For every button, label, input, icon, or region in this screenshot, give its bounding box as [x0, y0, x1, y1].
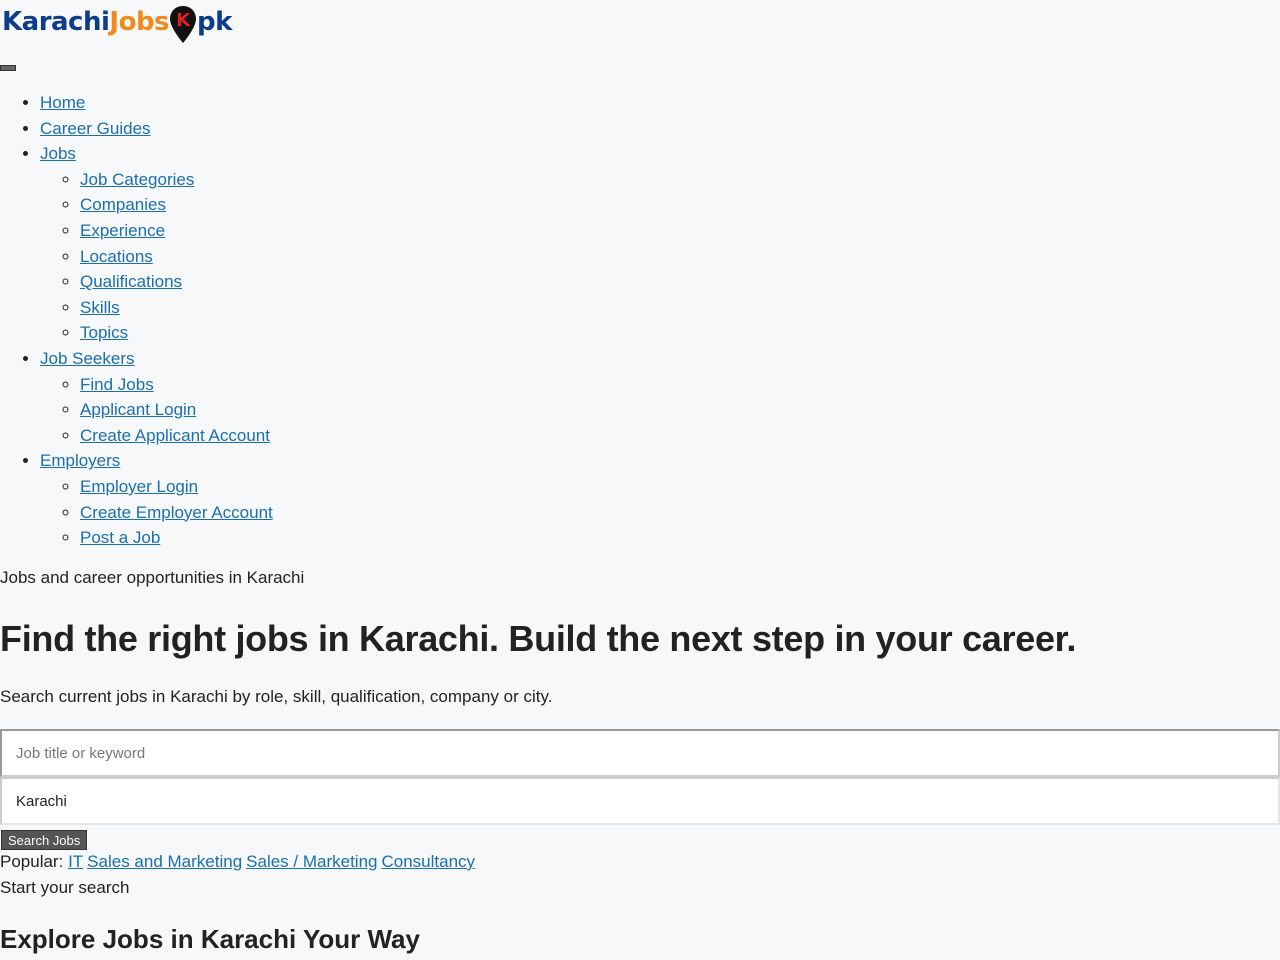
nav-link-job-seekers[interactable]: Job Seekers	[40, 349, 135, 368]
popular-link-it[interactable]: IT	[68, 852, 83, 871]
nav-link-find-jobs[interactable]: Find Jobs	[80, 375, 154, 394]
nav-link-post-a-job[interactable]: Post a Job	[80, 528, 160, 547]
nav-link-jobs[interactable]: Jobs	[40, 144, 76, 163]
submenu-item: Create Applicant Account	[80, 423, 273, 449]
nav-link-locations[interactable]: Locations	[80, 247, 153, 266]
logo-text-pk: pk	[197, 7, 232, 37]
submenu-item: Topics	[80, 320, 273, 346]
nav-link-employers[interactable]: Employers	[40, 451, 120, 470]
nav-list: Home Career Guides Jobs Job Categories C…	[0, 90, 273, 551]
popular-link-sales-and-marketing[interactable]: Sales and Marketing	[87, 852, 242, 871]
logo-pin-letter: K	[176, 10, 191, 31]
submenu-item: Experience	[80, 218, 273, 244]
nav-link-skills[interactable]: Skills	[80, 298, 120, 317]
hero-subtitle: Search current jobs in Karachi by role, …	[0, 687, 553, 706]
nav-link-companies[interactable]: Companies	[80, 195, 166, 214]
popular-label: Popular:	[0, 852, 64, 871]
nav-link-home[interactable]: Home	[40, 93, 85, 112]
nav-link-employer-login[interactable]: Employer Login	[80, 477, 198, 496]
jobs-submenu: Job Categories Companies Experience Loca…	[40, 167, 273, 346]
page-title: Find the right jobs in Karachi. Build th…	[0, 618, 1077, 659]
employers-submenu: Employer Login Create Employer Account P…	[40, 474, 273, 551]
nav-link-career-guides[interactable]: Career Guides	[40, 119, 151, 138]
popular-searches: Popular: IT Sales and Marketing Sales / Ma…	[0, 852, 479, 872]
submenu-item: Employer Login	[80, 474, 273, 500]
start-search-text: Start your search	[0, 878, 130, 897]
nav-item-home: Home	[40, 90, 273, 116]
submenu-item: Qualifications	[80, 269, 273, 295]
explore-heading: Explore Jobs in Karachi Your Way	[0, 924, 420, 954]
keyword-search-input[interactable]	[0, 729, 1280, 777]
nav-link-qualifications[interactable]: Qualifications	[80, 272, 182, 291]
site-logo[interactable]: Karachi Jobs Kpk	[2, 2, 232, 45]
nav-link-experience[interactable]: Experience	[80, 221, 165, 240]
map-pin-icon: K	[169, 5, 197, 45]
job-seekers-submenu: Find Jobs Applicant Login Create Applica…	[40, 372, 273, 449]
nav-item-employers: Employers Employer Login Create Employer…	[40, 448, 273, 550]
nav-link-job-categories[interactable]: Job Categories	[80, 170, 194, 189]
nav-link-topics[interactable]: Topics	[80, 323, 128, 342]
hero-tagline: Jobs and career opportunities in Karachi	[0, 568, 305, 587]
nav-link-jobs-label: Jobs	[40, 144, 76, 164]
logo-text-jobs: Jobs	[109, 7, 170, 37]
submenu-item: Skills	[80, 295, 273, 321]
menu-toggle-button[interactable]	[0, 65, 16, 71]
submenu-item: Applicant Login	[80, 397, 273, 423]
nav-link-applicant-login[interactable]: Applicant Login	[80, 400, 196, 419]
main-navigation: Home Career Guides Jobs Job Categories C…	[0, 90, 273, 551]
submenu-item: Post a Job	[80, 525, 273, 551]
submenu-item: Find Jobs	[80, 372, 273, 398]
nav-link-create-applicant-account[interactable]: Create Applicant Account	[80, 426, 270, 445]
location-input[interactable]	[0, 777, 1280, 825]
submenu-item: Create Employer Account	[80, 500, 273, 526]
nav-item-jobs: Jobs Job Categories Companies Experience…	[40, 141, 273, 346]
popular-link-consultancy[interactable]: Consultancy	[382, 852, 476, 871]
logo-text-karachi: Karachi	[2, 7, 110, 37]
nav-item-career-guides: Career Guides	[40, 116, 273, 142]
submenu-item: Locations	[80, 244, 273, 270]
submenu-item: Companies	[80, 192, 273, 218]
popular-link-sales-marketing[interactable]: Sales / Marketing	[246, 852, 377, 871]
nav-item-job-seekers: Job Seekers Find Jobs Applicant Login Cr…	[40, 346, 273, 448]
nav-link-create-employer-account[interactable]: Create Employer Account	[80, 503, 273, 522]
search-jobs-button[interactable]: Search Jobs	[1, 830, 88, 850]
submenu-item: Job Categories	[80, 167, 273, 193]
